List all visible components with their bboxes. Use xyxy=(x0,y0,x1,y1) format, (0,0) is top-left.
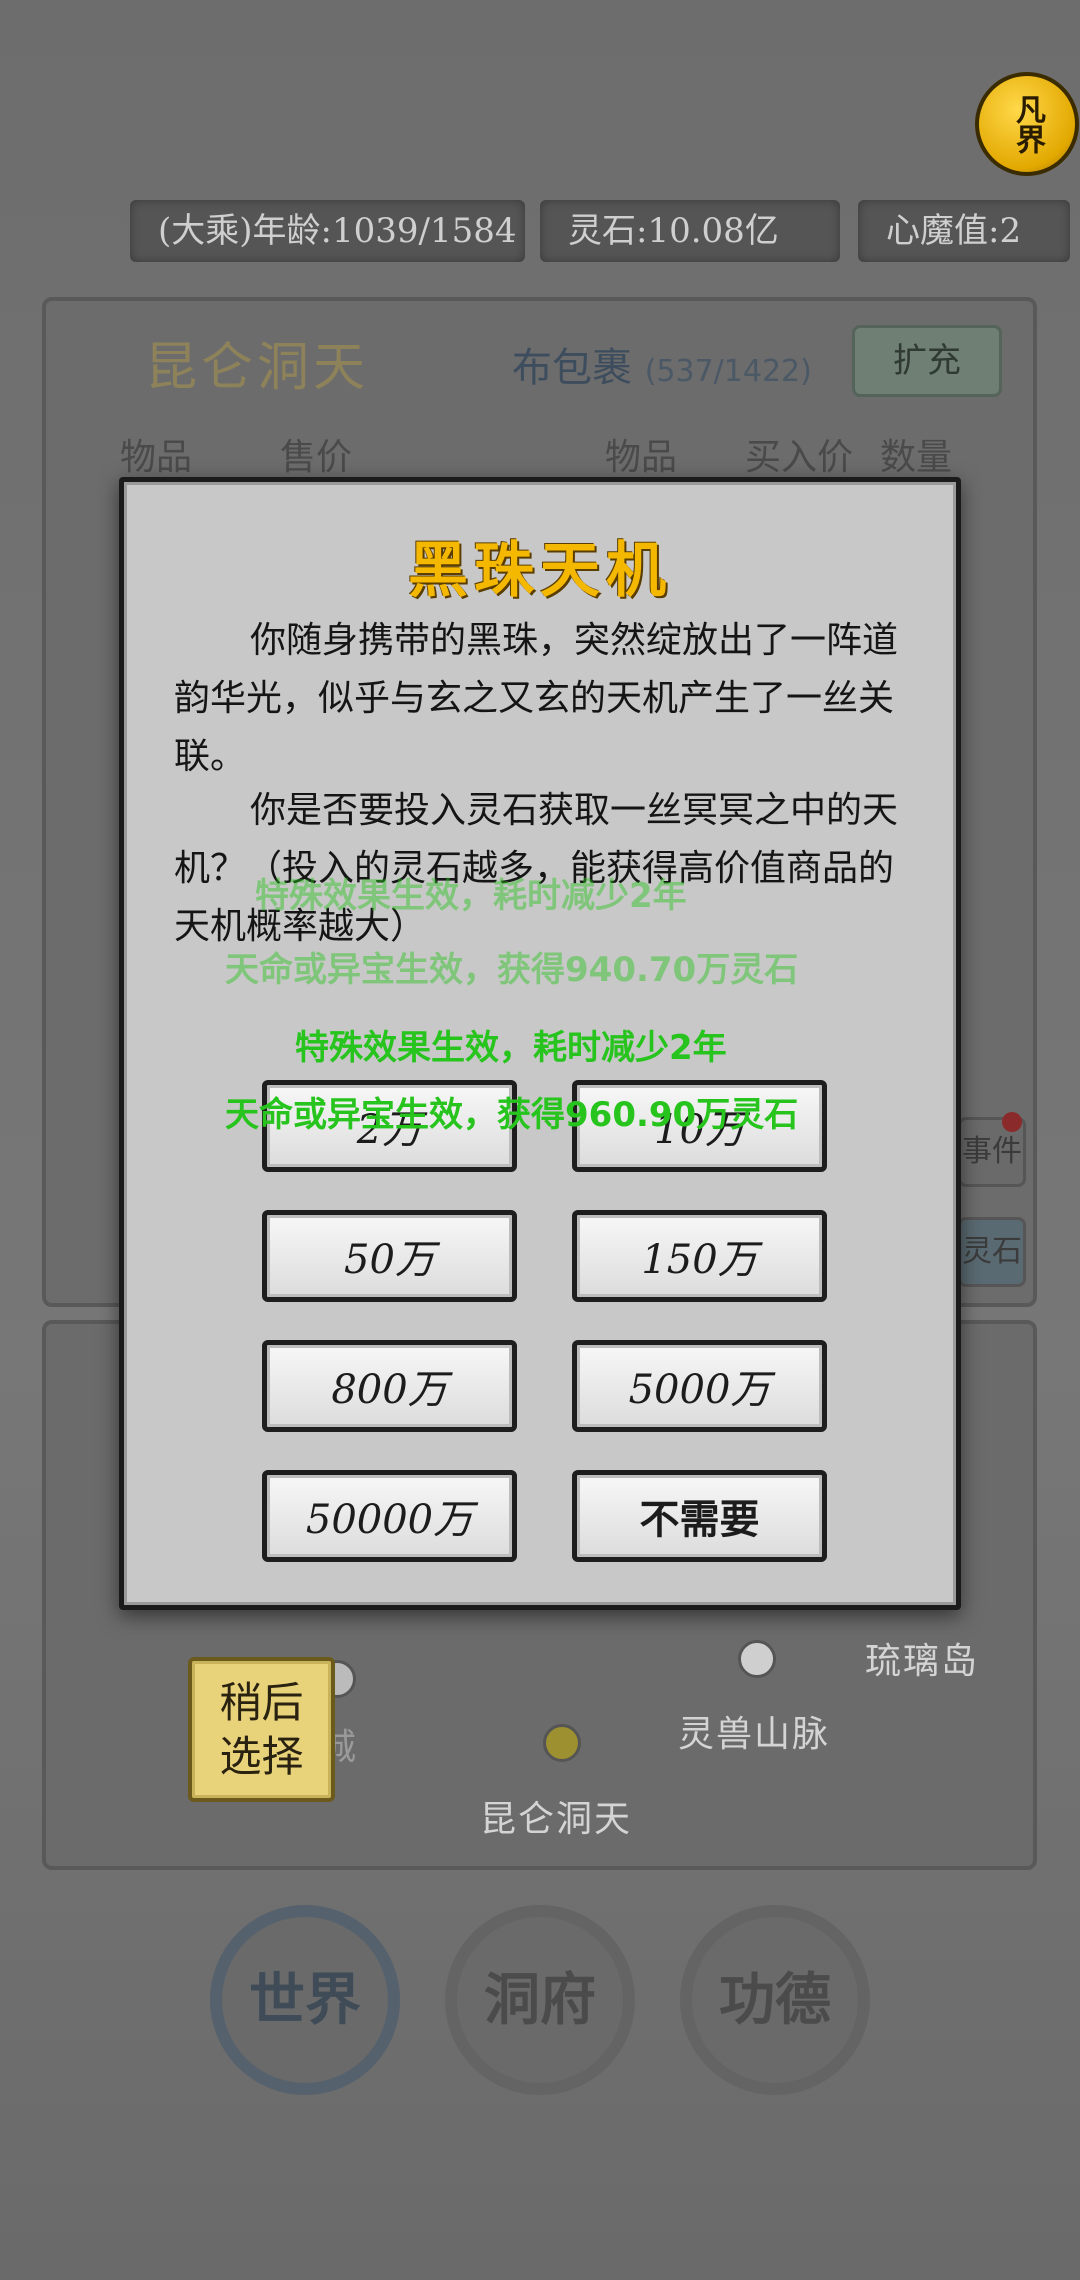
nav-world-button[interactable]: 世界 xyxy=(210,1905,400,2095)
notification-dot-icon xyxy=(1002,1112,1022,1132)
age-display: (大乘)年龄:1039/1584 xyxy=(130,200,525,262)
map-label-beast-mountains: 灵兽山脉 xyxy=(678,1714,831,1755)
notice-effect-2: 特殊效果生效，耗时减少2年 xyxy=(295,1028,727,1068)
choose-later-button[interactable]: 稍后选择 xyxy=(188,1657,335,1802)
invest-5000w-button[interactable]: 5000万 xyxy=(572,1340,827,1432)
nav-merit-button[interactable]: 功德 xyxy=(680,1905,870,2095)
map-node-liuli[interactable] xyxy=(738,1640,776,1678)
header-buy-price: 买入价 xyxy=(745,437,854,478)
expand-button[interactable]: 扩充 xyxy=(852,325,1002,397)
dialog-title: 黑珠天机 xyxy=(408,536,672,606)
map-label-kunlun: 昆仑洞天 xyxy=(480,1799,633,1840)
map-node-kunlun[interactable] xyxy=(543,1724,581,1762)
bag-name: 布包裹 xyxy=(512,345,632,391)
header-item-sell: 物品 xyxy=(120,437,193,478)
spirit-stone-button[interactable]: 灵石 xyxy=(958,1217,1026,1287)
header-item-buy: 物品 xyxy=(605,437,678,478)
shop-title: 昆仑洞天 xyxy=(145,338,370,398)
bag-count: (537/1422) xyxy=(644,354,812,389)
notice-reward-2: 天命或异宝生效，获得960.90万灵石 xyxy=(225,1095,799,1135)
nav-cave-button[interactable]: 洞府 xyxy=(445,1905,635,2095)
header-sell-price: 售价 xyxy=(280,437,353,478)
decline-button[interactable]: 不需要 xyxy=(572,1470,827,1562)
map-label-liuli: 琉璃岛 xyxy=(865,1641,980,1682)
invest-50000w-button[interactable]: 50000万 xyxy=(262,1470,517,1562)
bag-label: 布包裹 (537/1422) xyxy=(512,335,812,393)
header-quantity: 数量 xyxy=(880,437,953,478)
invest-150w-button[interactable]: 150万 xyxy=(572,1210,827,1302)
realm-logo-icon[interactable]: 凡界 xyxy=(975,72,1079,176)
invest-50w-button[interactable]: 50万 xyxy=(262,1210,517,1302)
notice-reward-1: 天命或异宝生效，获得940.70万灵石 xyxy=(225,950,799,990)
heart-demon-display: 心魔值:2 xyxy=(858,200,1070,262)
notice-effect-1: 特殊效果生效，耗时减少2年 xyxy=(255,876,687,916)
dialog-paragraph-1: 你随身携带的黑珠，突然绽放出了一阵道韵华光，似乎与玄之又玄的天机产生了一丝关联。 xyxy=(174,620,899,777)
invest-800w-button[interactable]: 800万 xyxy=(262,1340,517,1432)
spirit-stone-display: 灵石:10.08亿 xyxy=(540,200,840,262)
